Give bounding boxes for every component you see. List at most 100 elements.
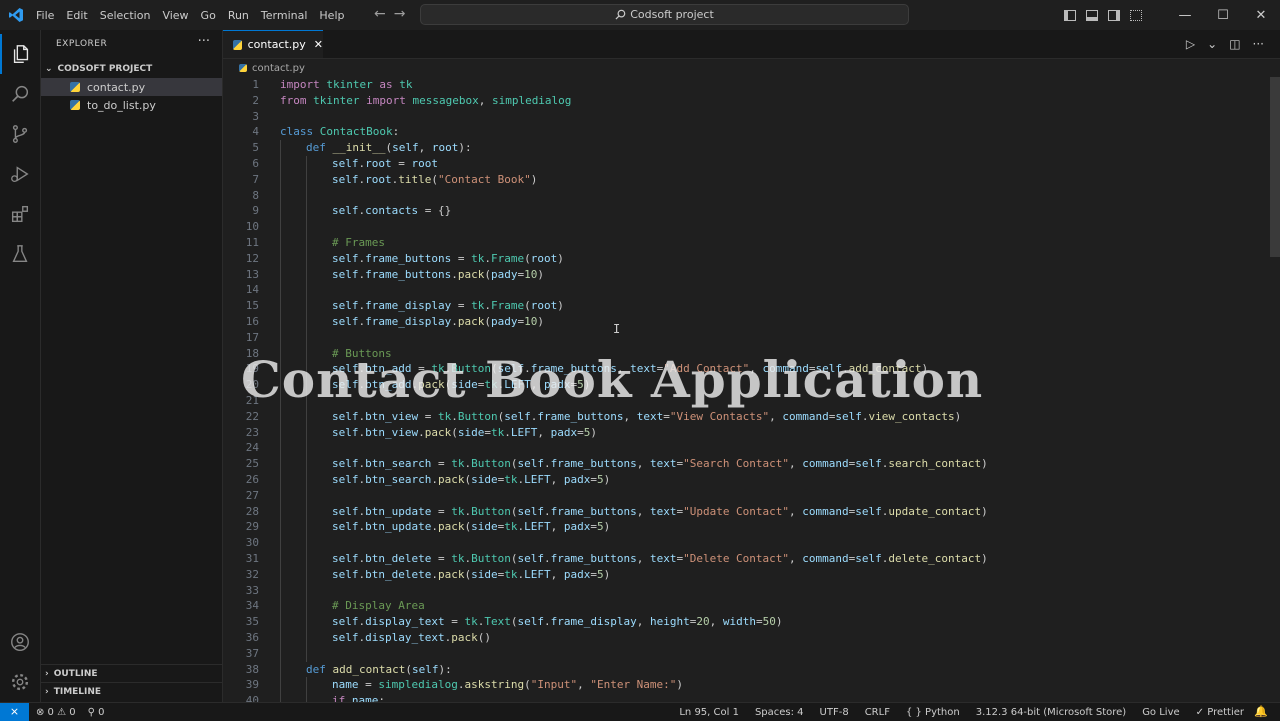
toggle-secondary-sidebar-icon[interactable] [1108,9,1120,21]
menu-edit[interactable]: Edit [60,9,93,22]
code-line[interactable]: 9 self.contacts = {} [223,203,1268,220]
code-line[interactable]: 34 # Display Area [223,598,1268,615]
line-number: 11 [245,236,259,249]
python-interpreter[interactable]: 3.12.3 64-bit (Microsoft Store) [976,707,1126,718]
menu-selection[interactable]: Selection [94,9,157,22]
toggle-panel-icon[interactable] [1086,9,1098,21]
code-line[interactable]: 17 [223,329,1268,346]
search-activity[interactable] [0,74,40,114]
scrollbar-thumb[interactable] [1270,77,1280,257]
language-mode[interactable]: { } Python [906,707,960,718]
code-editor[interactable]: 1 import tkinter as tk 2 from tkinter impor… [223,77,1268,702]
toggle-primary-sidebar-icon[interactable] [1064,9,1076,21]
problems-indicator[interactable]: ⊗ 0 ⚠ 0 [36,707,76,718]
source-control-activity[interactable] [0,114,40,154]
code-line[interactable]: 5 def __init__(self, root): [223,140,1268,157]
timeline-section[interactable]: › TIMELINE [41,682,222,701]
menu-run[interactable]: Run [222,9,255,22]
back-arrow-icon[interactable]: ← [374,6,394,22]
indent-guide [306,566,307,583]
customize-layout-icon[interactable] [1130,9,1142,21]
code-line[interactable]: 15 self.frame_display = tk.Frame(root) [223,298,1268,315]
remote-indicator[interactable]: ⨯ [0,703,29,721]
code-line[interactable]: 3 [223,109,1268,125]
line-number: 15 [245,299,259,313]
code-line[interactable]: 37 [223,645,1268,662]
run-debug-activity[interactable] [0,154,40,194]
code-line[interactable]: 35 self.display_text = tk.Text(self.frame… [223,614,1268,631]
code-line[interactable]: 30 [223,535,1268,552]
line-number: 29 [245,520,259,534]
code-line[interactable]: 7 self.root.title("Contact Book") [223,171,1268,188]
more-actions-icon[interactable]: ··· [1253,37,1264,51]
code-line[interactable]: 20 self.btn_add.pack(side=tk.LEFT, padx=5… [223,377,1268,394]
code-line[interactable]: 13 self.frame_buttons.pack(pady=10) [223,266,1268,283]
code-line[interactable]: 38 def add_contact(self): [223,661,1268,678]
extensions-activity[interactable] [0,194,40,234]
project-folder[interactable]: ⌄ CODSOFT PROJECT [41,60,222,78]
forward-arrow-icon[interactable]: → [394,6,414,22]
line-number: 7 [252,172,259,186]
code-line[interactable]: 24 [223,440,1268,457]
testing-activity[interactable] [0,234,40,274]
end-of-line[interactable]: CRLF [865,707,890,718]
code-line[interactable]: 19 self.btn_add = tk.Button(self.frame_bu… [223,361,1268,378]
menu-help[interactable]: Help [313,9,350,22]
accounts-activity[interactable] [0,622,40,662]
code-line[interactable]: 22 self.btn_view = tk.Button(self.frame_b… [223,408,1268,425]
code-line[interactable]: 8 [223,187,1268,204]
file-item-to-do-list[interactable]: to_do_list.py [41,96,222,114]
code-line[interactable]: 4 class ContactBook: [223,124,1268,140]
go-live-button[interactable]: Go Live [1142,707,1179,718]
command-center[interactable]: Codsoft project [420,4,909,25]
chevron-down-icon[interactable]: ⌄ [1207,37,1217,51]
bell-icon[interactable]: 🔔 [1254,705,1268,718]
tab-contact-py[interactable]: contact.py ✕ [223,30,323,58]
code-line[interactable]: 39 name = simpledialog.askstring("Input",… [223,677,1268,694]
code-line[interactable]: 10 [223,219,1268,236]
minimize-button[interactable]: — [1166,8,1204,23]
code-line[interactable]: 14 [223,282,1268,299]
prettier-status[interactable]: ✓ Prettier [1196,707,1244,718]
code-line[interactable]: 27 [223,487,1268,504]
menu-terminal[interactable]: Terminal [255,9,314,22]
code-line[interactable]: 29 self.btn_update.pack(side=tk.LEFT, pad… [223,519,1268,536]
outline-section[interactable]: › OUTLINE [41,664,222,683]
indentation[interactable]: Spaces: 4 [755,707,804,718]
code-line[interactable]: 12 self.frame_buttons = tk.Frame(root) [223,250,1268,267]
close-button[interactable]: ✕ [1242,8,1280,23]
code-line[interactable]: 25 self.btn_search = tk.Button(self.frame… [223,456,1268,473]
breadcrumb[interactable]: contact.py [223,59,305,77]
explorer-activity[interactable] [0,34,40,74]
close-icon[interactable]: ✕ [314,38,323,51]
run-icon[interactable]: ▷ [1186,37,1195,51]
split-editor-icon[interactable]: ◫ [1229,37,1240,51]
code-line[interactable]: 33 [223,582,1268,599]
code-line[interactable]: 40 if name: [223,693,1268,702]
code-line[interactable]: 28 self.btn_update = tk.Button(self.frame… [223,503,1268,520]
code-line[interactable]: 26 self.btn_search.pack(side=tk.LEFT, pad… [223,472,1268,488]
menu-go[interactable]: Go [195,9,222,22]
manage-activity[interactable] [0,662,40,702]
code-line[interactable]: 16 self.frame_display.pack(pady=10) [223,314,1268,330]
cursor-position[interactable]: Ln 95, Col 1 [679,707,739,718]
code-line[interactable]: 11 # Frames [223,235,1268,251]
code-line[interactable]: 18 # Buttons [223,345,1268,362]
chevron-down-icon: ⌄ [45,64,53,74]
encoding[interactable]: UTF-8 [820,707,849,718]
maximize-button[interactable]: ☐ [1204,8,1242,23]
code-line[interactable]: 32 self.btn_delete.pack(side=tk.LEFT, pad… [223,566,1268,583]
code-line[interactable]: 2 from tkinter import messagebox, simpled… [223,93,1268,109]
menu-view[interactable]: View [156,9,194,22]
more-actions-icon[interactable]: ··· [198,34,210,49]
code-line[interactable]: 23 self.btn_view.pack(side=tk.LEFT, padx=… [223,424,1268,441]
menu-file[interactable]: File [30,9,60,22]
code-line[interactable]: 1 import tkinter as tk [223,77,1268,93]
code-line[interactable]: 31 self.btn_delete = tk.Button(self.frame… [223,551,1268,567]
code-line[interactable]: 36 self.display_text.pack() [223,630,1268,646]
ports-indicator[interactable]: ⚲ 0 [88,707,105,718]
code-line[interactable]: 21 [223,393,1268,409]
code-line[interactable]: 6 self.root = root [223,156,1268,172]
file-item-contact[interactable]: contact.py [41,78,222,96]
editor-scrollbar[interactable] [1268,77,1280,702]
